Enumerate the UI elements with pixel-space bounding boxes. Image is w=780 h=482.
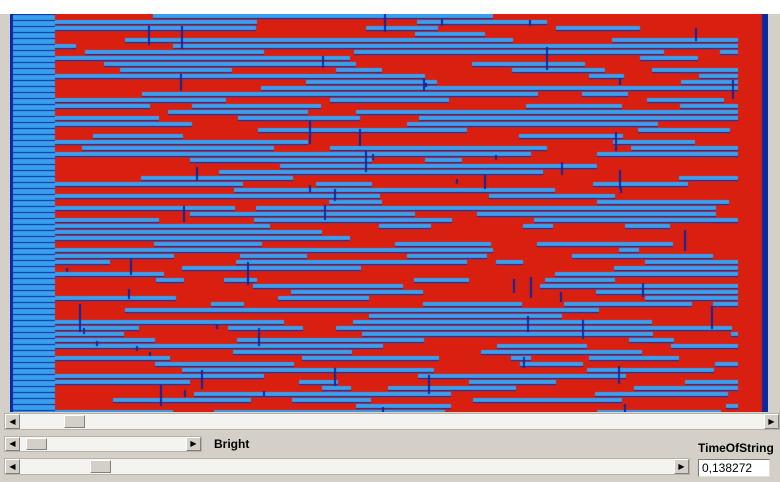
left-arrow-icon[interactable]: ◀	[5, 414, 20, 429]
left-arrow-icon[interactable]: ◀	[5, 459, 20, 474]
image-scroll-thumb[interactable]	[64, 415, 85, 428]
right-arrow-icon[interactable]: ▶	[764, 414, 779, 429]
time-of-string-label: TimeOfString	[698, 441, 774, 455]
time-of-string-field[interactable]: 0,138272	[698, 459, 770, 477]
bright-scroll-thumb[interactable]	[26, 438, 47, 450]
bright-label: Bright	[214, 437, 250, 451]
bright-scrollbar[interactable]: ◀ ▶	[4, 436, 202, 452]
time-of-string-scroll-thumb[interactable]	[90, 460, 111, 473]
time-of-string-scrollbar[interactable]: ◀ ▶	[4, 458, 690, 475]
left-arrow-icon[interactable]: ◀	[5, 437, 20, 451]
spectrogram-canvas	[10, 14, 768, 412]
top-strip	[0, 0, 780, 14]
right-arrow-icon[interactable]: ▶	[674, 459, 689, 474]
spectrogram-image	[10, 14, 768, 412]
right-arrow-icon[interactable]: ▶	[186, 437, 201, 451]
image-horizontal-scrollbar[interactable]: ◀ ▶	[4, 413, 780, 430]
